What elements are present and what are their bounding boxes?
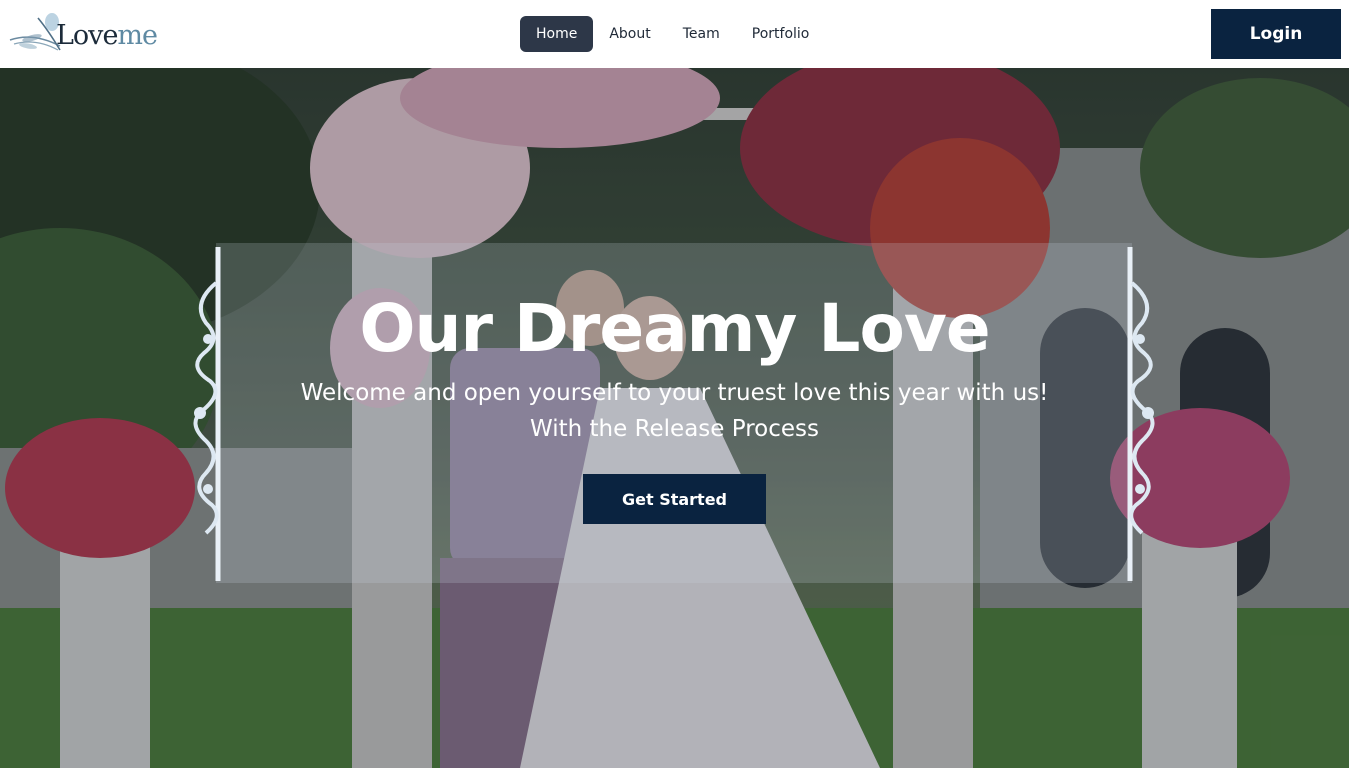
logo-text-love: Love: [56, 20, 118, 51]
get-started-button[interactable]: Get Started: [583, 474, 766, 524]
hero-subtitle-line1: Welcome and open yourself to your truest…: [300, 380, 1049, 406]
nav-team[interactable]: Team: [667, 16, 736, 52]
hero-subtitle-line2: With the Release Process: [529, 416, 820, 442]
nav-about[interactable]: About: [593, 16, 666, 52]
hero-title: Our Dreamy Love: [359, 290, 990, 367]
main-nav: Home About Team Portfolio: [520, 16, 825, 52]
login-button[interactable]: Login: [1211, 9, 1341, 59]
site-header: Loveme Home About Team Portfolio Login: [0, 0, 1349, 68]
logo-text-me: me: [117, 20, 158, 51]
logo[interactable]: Loveme: [8, 10, 158, 58]
logo-wordmark: Loveme: [56, 20, 158, 51]
nav-portfolio[interactable]: Portfolio: [736, 16, 826, 52]
nav-home[interactable]: Home: [520, 16, 594, 52]
hero-section: Our Dreamy Love Welcome and open yoursel…: [0, 68, 1349, 768]
